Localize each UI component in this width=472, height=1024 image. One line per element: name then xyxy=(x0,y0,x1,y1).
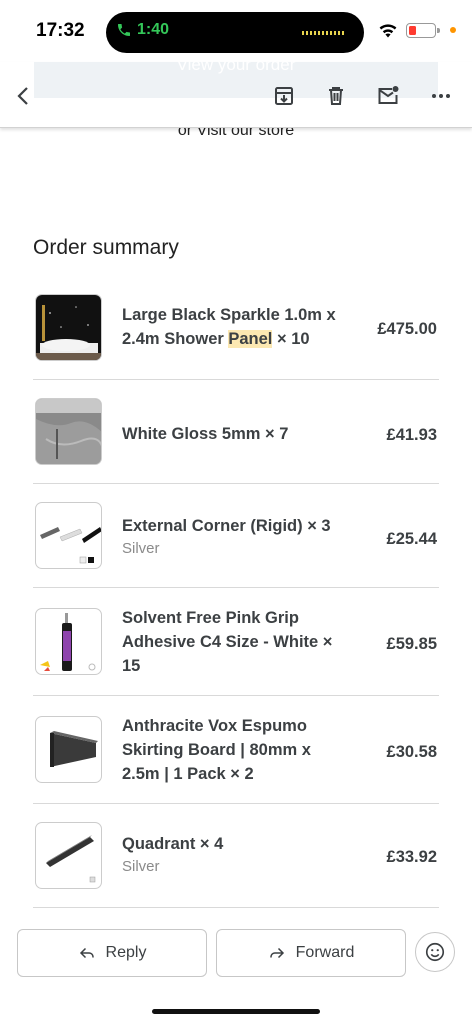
product-thumbnail xyxy=(35,398,102,465)
archive-button[interactable] xyxy=(270,82,298,110)
product-thumbnail xyxy=(35,716,102,783)
item-price: £25.44 xyxy=(386,530,437,548)
dynamic-island[interactable]: 1:40 xyxy=(106,12,364,53)
delete-icon xyxy=(329,87,343,105)
forward-label: Forward xyxy=(295,944,355,961)
item-price: £475.00 xyxy=(377,320,437,338)
order-item: Anthracite Vox Espumo Skirting Board | 8… xyxy=(33,696,439,804)
wifi-icon xyxy=(378,22,398,38)
status-time: 17:32 xyxy=(36,20,85,41)
emoji-reaction-button[interactable] xyxy=(415,932,455,972)
phone-icon xyxy=(118,24,130,36)
product-thumbnail xyxy=(35,294,102,361)
call-timer: 1:40 xyxy=(137,21,170,38)
forward-button[interactable]: Forward xyxy=(216,929,406,977)
order-item: External Corner (Rigid) × 3 Silver £25.4… xyxy=(33,484,439,588)
mark-unread-button[interactable] xyxy=(374,82,402,110)
delete-button[interactable] xyxy=(322,82,350,110)
call-indicator: 1:40 xyxy=(116,21,169,39)
reply-bar: Reply Forward xyxy=(17,929,457,979)
reply-icon xyxy=(79,947,94,959)
audio-waveform xyxy=(302,31,344,35)
order-items-list: Large Black Sparkle 1.0m x 2.4m Shower P… xyxy=(33,276,439,908)
item-price: £41.93 xyxy=(386,426,437,444)
shower-panel-image xyxy=(36,295,101,360)
home-indicator[interactable] xyxy=(152,1009,320,1014)
item-description: Large Black Sparkle 1.0m x 2.4m Shower P… xyxy=(122,303,352,351)
item-name: Quadrant × 4 xyxy=(122,835,224,853)
reply-label: Reply xyxy=(105,944,147,961)
email-toolbar: View your order xyxy=(0,55,472,128)
white-gloss-panel-image xyxy=(36,399,101,464)
quadrant-trim-image xyxy=(46,835,96,883)
battery-icon xyxy=(406,22,440,38)
item-description: Solvent Free Pink Grip Adhesive C4 Size … xyxy=(122,609,333,675)
status-icons xyxy=(378,22,456,38)
item-variant: Silver xyxy=(122,858,160,875)
item-price: £33.92 xyxy=(386,848,437,866)
item-price: £30.58 xyxy=(386,743,437,761)
battery-level xyxy=(409,25,416,35)
order-item: Quadrant × 4 Silver £33.92 xyxy=(33,804,439,908)
product-thumbnail xyxy=(35,822,102,889)
item-description: Quadrant × 4 Silver xyxy=(122,832,352,878)
status-bar: 17:32 1:40 xyxy=(0,0,472,62)
item-name: External Corner (Rigid) × 3 xyxy=(122,517,331,535)
back-button[interactable] xyxy=(10,82,38,110)
corner-trim-image xyxy=(40,527,101,564)
item-description: External Corner (Rigid) × 3 Silver xyxy=(122,514,352,560)
mic-indicator-dot xyxy=(450,27,456,33)
order-item: Large Black Sparkle 1.0m x 2.4m Shower P… xyxy=(33,276,439,380)
email-screen: 17:32 1:40 View your order or Visit our … xyxy=(0,0,472,1024)
order-item: Solvent Free Pink Grip Adhesive C4 Size … xyxy=(33,588,439,696)
reply-button[interactable]: Reply xyxy=(17,929,207,977)
item-quantity: × 10 xyxy=(272,330,310,348)
search-highlight: Panel xyxy=(228,330,273,348)
more-options-button[interactable] xyxy=(427,82,455,110)
more-icon xyxy=(432,94,450,98)
forward-icon xyxy=(269,947,284,959)
product-thumbnail xyxy=(35,608,102,675)
adhesive-tube-image xyxy=(40,613,96,671)
skirting-board-image xyxy=(50,731,98,767)
product-thumbnail xyxy=(35,502,102,569)
order-item: White Gloss 5mm × 7 £41.93 xyxy=(33,380,439,484)
item-variant: Silver xyxy=(122,540,160,557)
item-price: £59.85 xyxy=(386,635,437,653)
item-description: Anthracite Vox Espumo Skirting Board | 8… xyxy=(122,717,311,783)
order-summary-title: Order summary xyxy=(33,236,179,259)
view-order-text: View your order xyxy=(176,55,296,74)
item-description: White Gloss 5mm × 7 xyxy=(122,425,289,443)
mark-unread-icon xyxy=(378,86,399,104)
archive-icon xyxy=(275,87,293,105)
back-icon xyxy=(17,87,28,105)
smiley-icon xyxy=(425,942,445,962)
